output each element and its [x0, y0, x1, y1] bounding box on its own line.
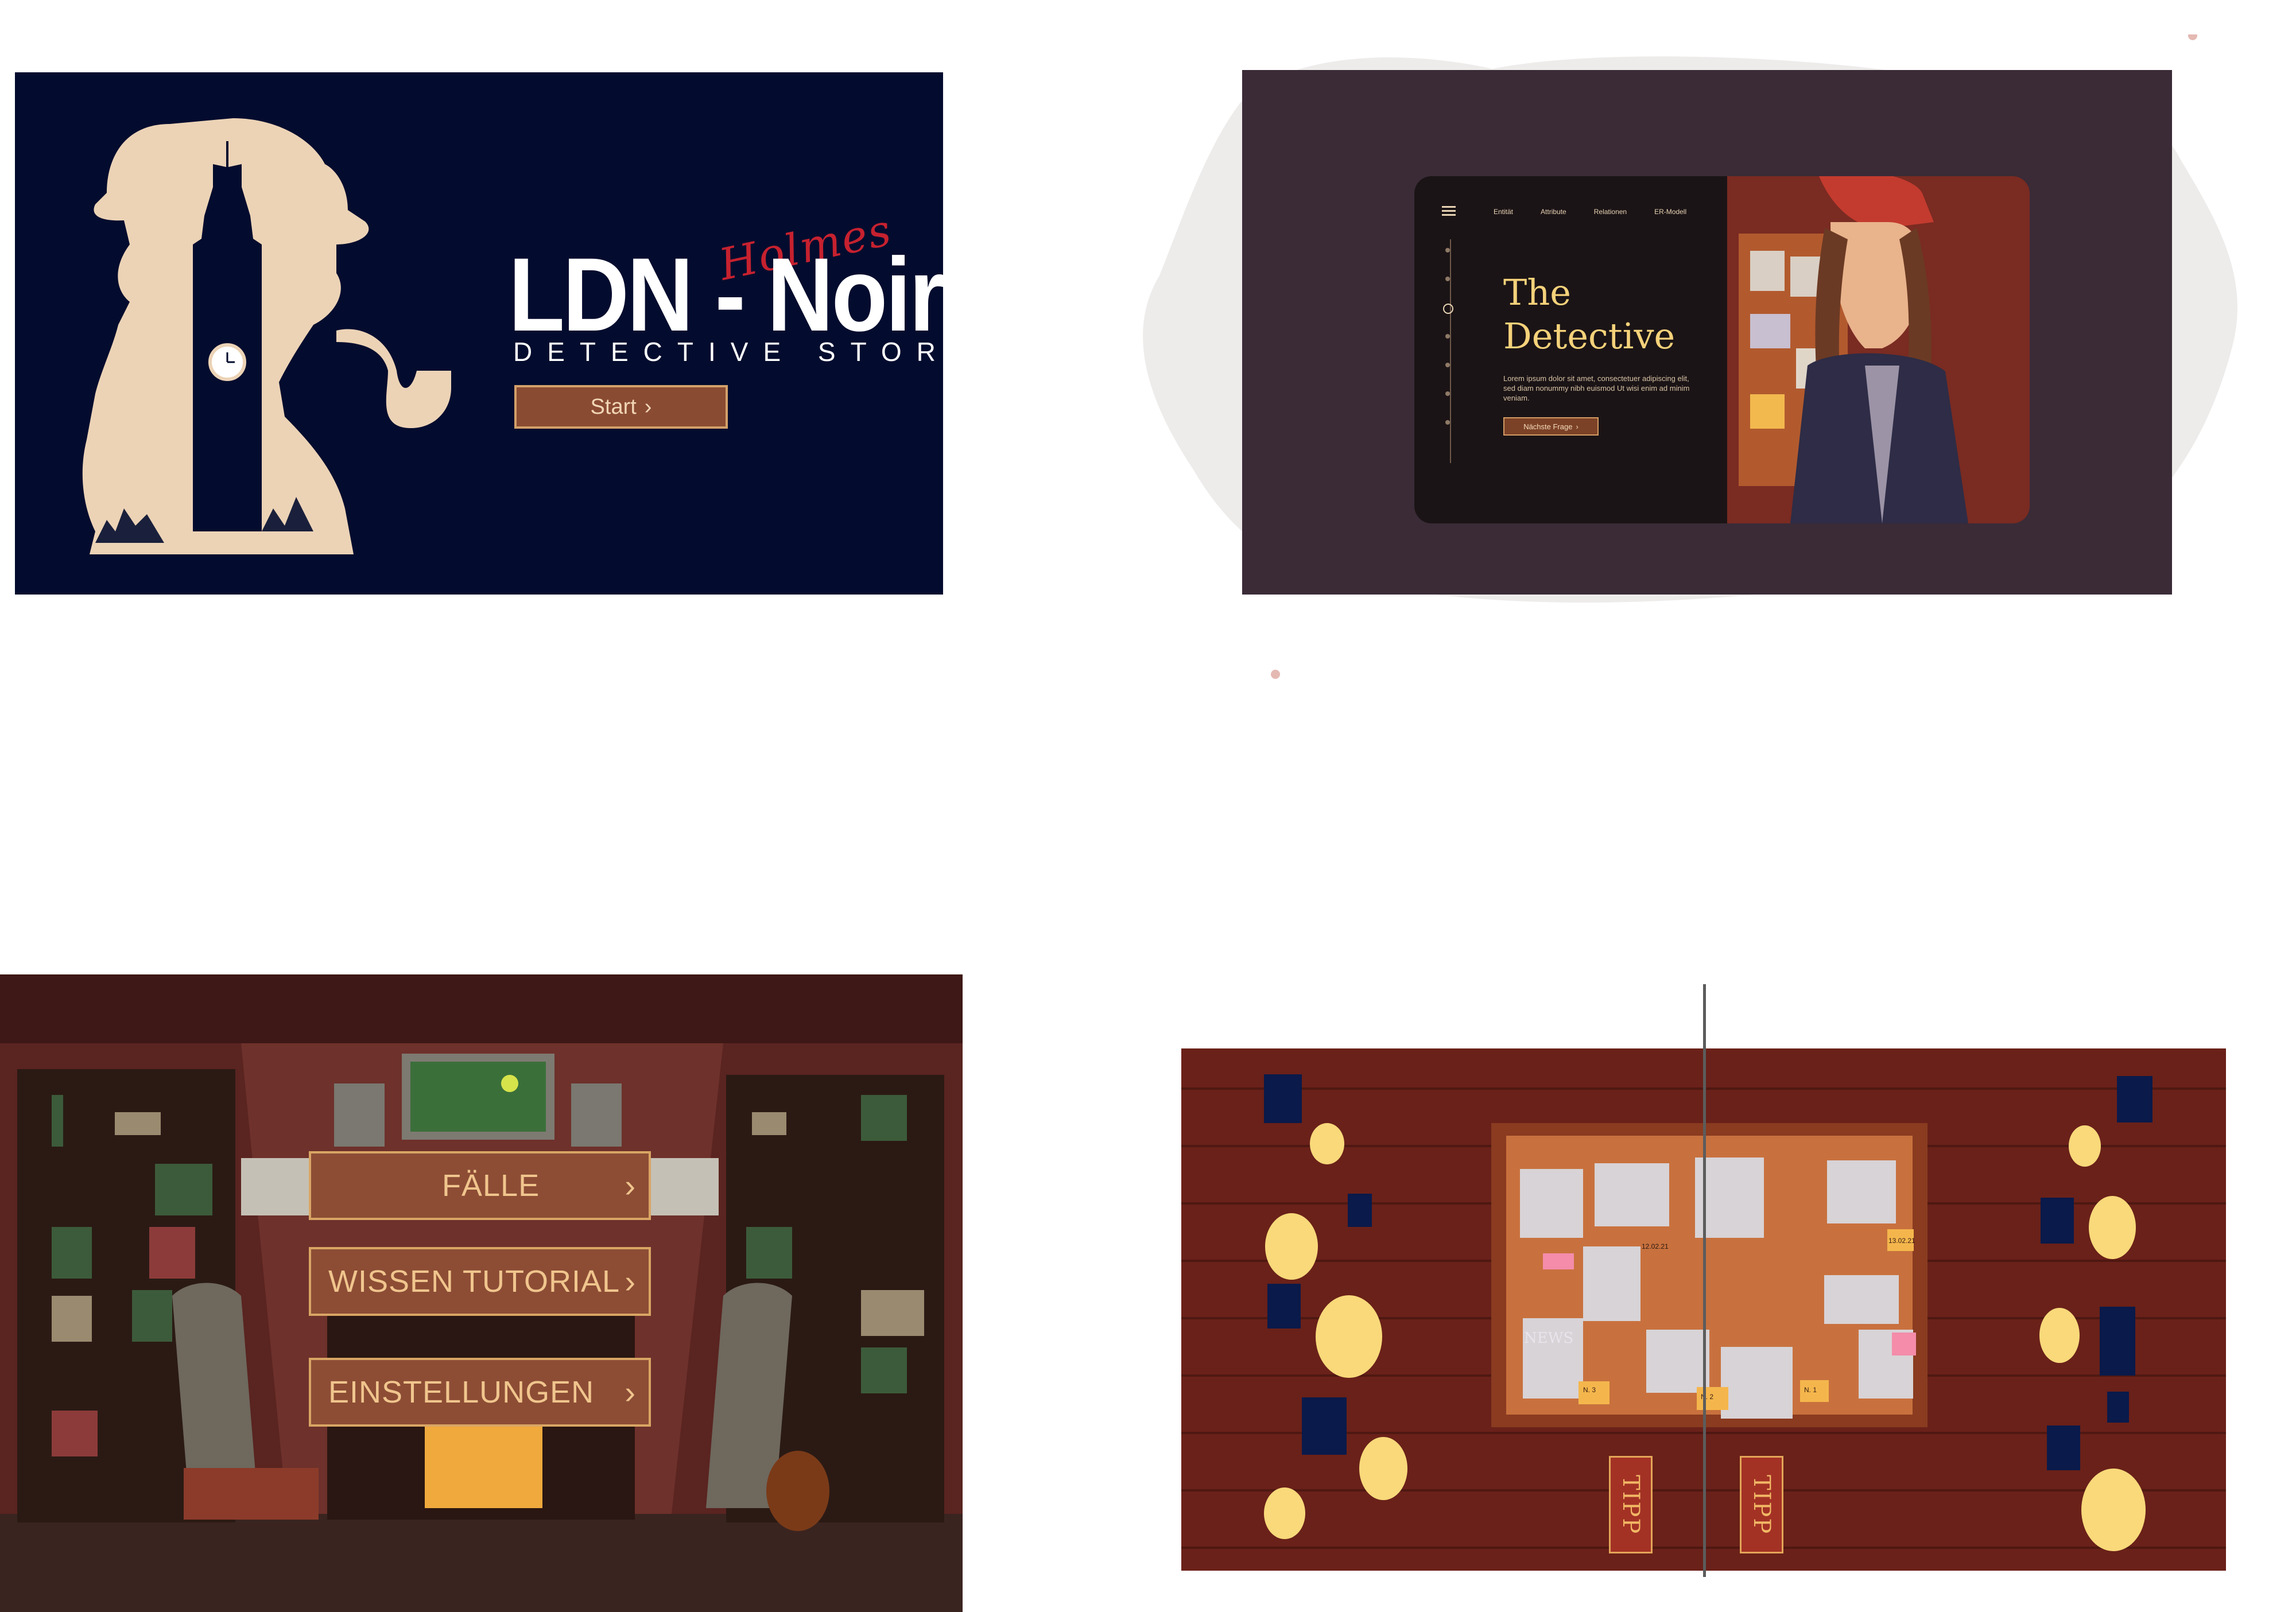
timeline-dot-active[interactable]	[1443, 304, 1453, 314]
start-button-label: Start	[590, 394, 637, 419]
timeline-dot[interactable]	[1445, 363, 1450, 367]
chevron-right-icon: ›	[625, 1374, 636, 1411]
note-date-label: 12.02.21	[1642, 1242, 1669, 1250]
menu-button-faelle-label: FÄLLE	[442, 1168, 540, 1203]
title-screen-panel: Holmes LDN - Noir DETECTIVE STORY Start …	[15, 72, 943, 595]
timeline-dot[interactable]	[1445, 277, 1450, 281]
game-subtitle: DETECTIVE STORY	[513, 337, 943, 367]
tipp-button-left[interactable]: TIPP	[1609, 1456, 1653, 1553]
chevron-right-icon: ›	[625, 1167, 636, 1204]
chevron-right-icon: ›	[644, 394, 652, 419]
game-title: LDN - Noir	[509, 236, 943, 353]
note-label: 13.02.21	[1888, 1237, 1915, 1245]
menu-icon[interactable]	[1442, 206, 1456, 216]
main-menu-panel: FÄLLE › WISSEN TUTORIAL › EINSTELLUNGEN …	[0, 974, 963, 1612]
timeline-dot[interactable]	[1445, 420, 1450, 425]
chevron-right-icon: ›	[625, 1263, 636, 1300]
nav-link-relationen[interactable]: Relationen	[1594, 208, 1627, 216]
tipp-button-label: TIPP	[1618, 1474, 1644, 1535]
hero-title-line2: Detective	[1503, 314, 1676, 357]
hero-title: The Detective	[1503, 271, 1675, 358]
evidence-board-image	[1727, 176, 2030, 523]
chevron-right-icon: ›	[1576, 422, 1578, 431]
menu-button-einstellungen-label: EINSTELLUNGEN	[328, 1375, 595, 1409]
hero-body-text: Lorem ipsum dolor sit amet, consectetuer…	[1503, 374, 1690, 402]
menu-button-faelle[interactable]: FÄLLE ›	[309, 1151, 651, 1220]
timeline-dot[interactable]	[1445, 391, 1450, 396]
detective-scene: Entität Attribute Relationen ER-Modell T…	[1242, 70, 2172, 595]
hero-title-line1: The	[1503, 271, 1571, 313]
start-button[interactable]: Start ›	[514, 385, 728, 429]
landing-card: Entität Attribute Relationen ER-Modell T…	[1414, 176, 2030, 523]
timeline-track	[1450, 239, 1451, 463]
news-clipping-label: NEWS	[1524, 1330, 1574, 1347]
tipp-button-right[interactable]: TIPP	[1740, 1456, 1783, 1553]
menu-button-einstellungen[interactable]: EINSTELLUNGEN ›	[309, 1358, 651, 1427]
next-question-label: Nächste Frage	[1523, 422, 1573, 431]
note-label: N. 1	[1804, 1386, 1817, 1394]
nav-link-entitaet[interactable]: Entität	[1494, 208, 1513, 216]
guide-line	[1703, 984, 1706, 1577]
timeline-dot[interactable]	[1445, 334, 1450, 339]
next-question-button[interactable]: Nächste Frage ›	[1503, 417, 1599, 436]
detective-landing-panel: Entität Attribute Relationen ER-Modell T…	[1091, 34, 2296, 700]
detective-illustration	[1727, 176, 2030, 523]
menu-button-wissen-tutorial-label: WISSEN TUTORIAL	[328, 1264, 620, 1299]
nav-link-attribute[interactable]: Attribute	[1541, 208, 1566, 216]
menu-button-wissen-tutorial[interactable]: WISSEN TUTORIAL ›	[309, 1247, 651, 1316]
top-nav: Entität Attribute Relationen ER-Modell	[1494, 208, 1686, 216]
tipp-button-label: TIPP	[1748, 1474, 1775, 1535]
nav-link-er-modell[interactable]: ER-Modell	[1654, 208, 1686, 216]
timeline-dot[interactable]	[1445, 248, 1450, 253]
note-label: N. 3	[1583, 1386, 1596, 1394]
